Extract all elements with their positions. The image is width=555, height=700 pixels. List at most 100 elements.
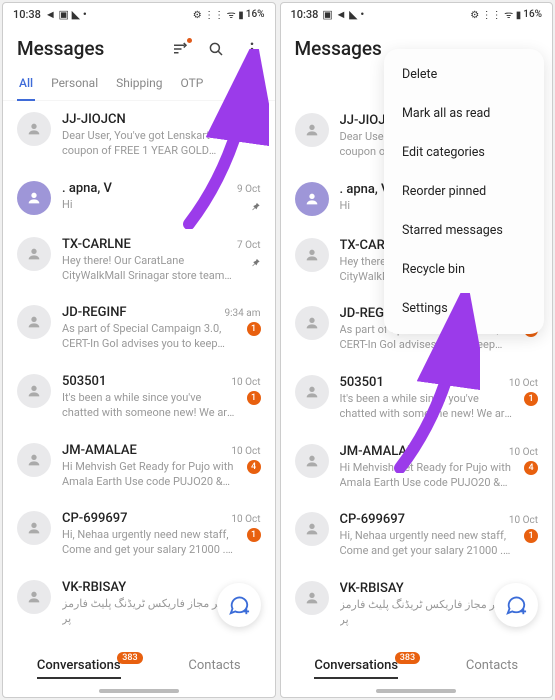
bottom-tab-label: Conversations (314, 658, 398, 673)
menu-recycle-bin[interactable]: Recycle bin (384, 250, 544, 289)
menu-mark-all[interactable]: Mark all as read (384, 94, 544, 133)
unread-badge: 4 (524, 461, 538, 475)
avatar (17, 305, 51, 339)
tab-otp[interactable]: OTP (179, 68, 206, 100)
menu-starred[interactable]: Starred messages (384, 211, 544, 250)
avatar (295, 113, 329, 147)
compose-fab[interactable] (494, 583, 538, 627)
conversation-time: 7 Oct (237, 240, 261, 251)
conversation-name: JM-AMALAE (340, 444, 415, 459)
conversation-preview: Hi (62, 198, 239, 213)
conversation-name: . apna, V (340, 182, 390, 197)
status-battery: 16% (246, 9, 265, 20)
avatar (295, 306, 329, 340)
conversation-name: VK-RBISAY (62, 580, 126, 595)
filter-icon[interactable] (171, 40, 189, 58)
bottom-tab-contacts[interactable]: Contacts (466, 658, 518, 677)
conversation-name: CP-699697 (340, 512, 406, 527)
nav-handle[interactable] (99, 689, 179, 693)
conversation-body: JJ-JIOJCN8 OctDear User, You've got Lens… (62, 112, 261, 159)
conversation-body: JM-AMALAE10 OctHi Mehvish Get Ready for … (340, 444, 539, 491)
conversation-name: CP-699697 (62, 511, 128, 526)
unread-badge: 1 (247, 391, 261, 405)
conversation-time: 10 Oct (509, 447, 538, 458)
conversation-name: . apna, V (62, 181, 112, 196)
conversation-side (245, 129, 261, 140)
app-header: Messages (3, 25, 275, 68)
unread-count-badge: 383 (395, 652, 420, 664)
conversation-time: 10 Oct (231, 514, 260, 525)
nav-handle[interactable] (376, 689, 456, 693)
conversation-side: 4 (522, 461, 538, 475)
conversation-body: CP-699697 10 Oct Hi, Nehaa urgently need n… (62, 511, 261, 558)
conversation-row[interactable]: . apna, V9 OctHi (3, 170, 275, 226)
tab-shipping[interactable]: Shipping (114, 68, 164, 100)
conversation-row[interactable]: 50350110 OctIt's been a while since you'… (281, 364, 553, 433)
conversation-preview: It's been a while since you've chatted w… (340, 392, 517, 422)
unread-badge: 1 (247, 528, 261, 542)
tab-personal[interactable]: Personal (49, 68, 100, 100)
avatar (17, 443, 51, 477)
search-icon[interactable] (207, 40, 225, 58)
conversation-row[interactable]: CP-699697 10 Oct Hi, Nehaa urgently need n… (3, 500, 275, 569)
avatar (17, 374, 51, 408)
conversation-body: . apna, V9 OctHi (62, 181, 261, 213)
menu-delete[interactable]: Delete (384, 55, 544, 94)
conversation-preview: Hi Mehvish Get Ready for Pujo with Amala… (62, 460, 239, 490)
conversation-side: 1 (245, 391, 261, 405)
conversation-list: JJ-JIOJCN8 OctDear User, You've got Lens… (3, 101, 275, 648)
conversation-body: JD-REGINF 9:34 am As part of Special Campa… (62, 305, 261, 352)
menu-edit-categories[interactable]: Edit categories (384, 133, 544, 172)
conversation-time: 9:34 am (225, 308, 261, 319)
conversation-body: JM-AMALAE10 OctHi Mehvish Get Ready for … (62, 443, 261, 490)
conversation-preview: It's been a while since you've chatted w… (62, 391, 239, 421)
compose-fab[interactable] (217, 583, 261, 627)
avatar (17, 237, 51, 271)
bottom-tab-contacts[interactable]: Contacts (188, 658, 240, 677)
conversation-time: 8 Oct (237, 115, 261, 126)
conversation-row[interactable]: CP-69969710 OctHi, Nehaa urgently need n… (281, 501, 553, 570)
conversation-name: 503501 (62, 374, 106, 389)
tab-add-icon[interactable]: + (235, 71, 260, 98)
conversation-preview: غیر مجاز فاریکس ٹریڈنگ پلیٹ فارمز پر (340, 598, 517, 628)
conversation-name: JD-REGINF (62, 305, 127, 320)
conversation-row[interactable]: JJ-JIOJCN8 OctDear User, You've got Lens… (3, 101, 275, 170)
bottom-tab-label: Conversations (37, 658, 121, 673)
conversation-row[interactable]: 503501 10 Oct It's been a while since you'… (3, 363, 275, 432)
conversation-row[interactable]: JM-AMALAE10 OctHi Mehvish Get Ready for … (3, 432, 275, 501)
conversation-time: 10 Oct (231, 377, 260, 388)
conversation-name: VK-RBISAY (340, 581, 404, 596)
overflow-icon[interactable] (243, 40, 261, 58)
conversation-preview: As part of Special Campaign 3.0, CERT-In… (62, 322, 239, 352)
status-icons-right: ⚙ ⋮⋮ ᯤ ▮ (193, 7, 244, 21)
status-bar: 10:38 ◄ ▣ ◣ • ⚙ ⋮⋮ ᯤ ▮ 16% (3, 3, 275, 25)
bottom-nav: Conversations 383 Contacts (281, 648, 553, 683)
phone-left: 10:38 ◄ ▣ ◣ • ⚙ ⋮⋮ ᯤ ▮ 16% Messages All … (2, 2, 276, 698)
status-icons-left: ◄ ▣ ◣ • (45, 8, 87, 21)
unread-badge: 1 (524, 392, 538, 406)
avatar (295, 375, 329, 409)
conversation-preview: Hi, Nehaa urgently need new staff, Come … (62, 528, 239, 558)
bottom-tab-conversations[interactable]: Conversations 383 (314, 658, 398, 677)
menu-settings[interactable]: Settings (384, 289, 544, 328)
status-icons-left: ▣ ◄ ◣ • (322, 8, 364, 21)
conversation-side: 1 (522, 392, 538, 406)
conversation-side: 1 (245, 322, 261, 336)
avatar (17, 511, 51, 545)
conversation-side (245, 198, 261, 209)
bottom-tab-conversations[interactable]: Conversations 383 (37, 658, 121, 677)
conversation-name: JM-AMALAE (62, 443, 137, 458)
page-title: Messages (17, 37, 104, 60)
conversation-name: TX-CARLNE (62, 237, 131, 252)
conversation-row[interactable]: TX-CARLNE7 OctHey there! Our CaratLane C… (3, 226, 275, 295)
conversation-row[interactable]: JD-REGINF 9:34 am As part of Special Campa… (3, 294, 275, 363)
avatar (17, 181, 51, 215)
conversation-row[interactable]: JM-AMALAE10 OctHi Mehvish Get Ready for … (281, 433, 553, 502)
avatar (17, 112, 51, 146)
menu-reorder-pinned[interactable]: Reorder pinned (384, 172, 544, 211)
tab-all[interactable]: All (17, 68, 35, 100)
unread-badge: 4 (247, 460, 261, 474)
conversation-body: CP-69969710 OctHi, Nehaa urgently need n… (340, 512, 539, 559)
status-icons-right: ⚙ ⋮⋮ ᯤ ▮ (470, 7, 521, 21)
category-tabs: All Personal Shipping OTP + (3, 68, 275, 101)
